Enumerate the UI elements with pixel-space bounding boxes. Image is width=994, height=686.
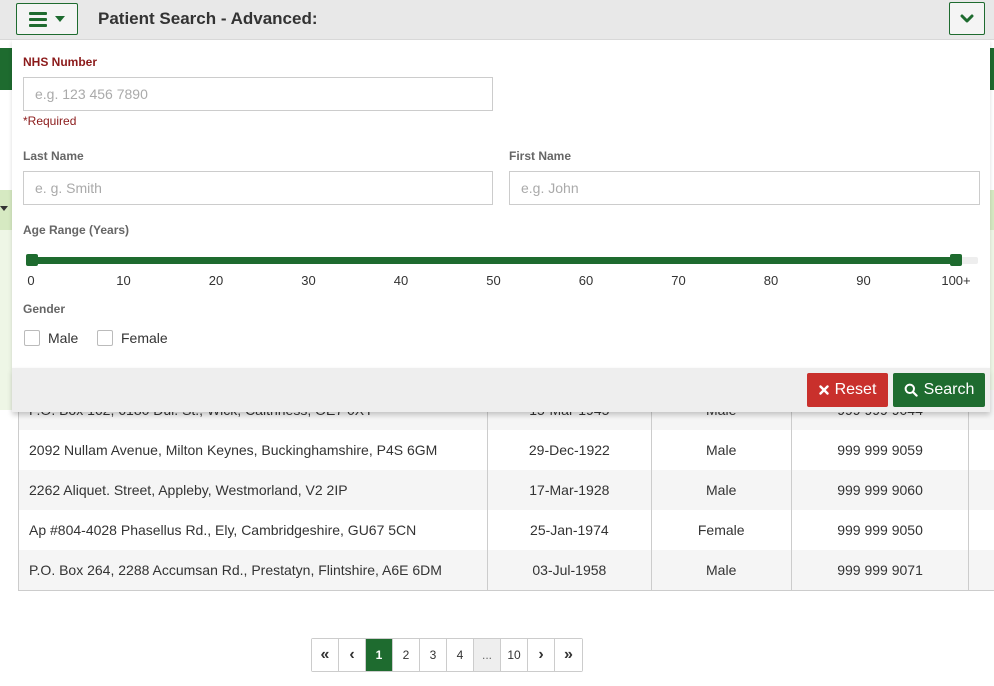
next-page-button[interactable]: › (528, 639, 555, 671)
nhs-number-cell: 999 999 9060 (790, 470, 969, 510)
age-tick-label: 60 (578, 273, 594, 288)
dob-cell: 17-Mar-1928 (486, 470, 652, 510)
last-name-label: Last Name (23, 149, 84, 163)
row-spacer (968, 430, 994, 470)
table-row[interactable]: 2262 Aliquet. Street, Appleby, Westmorla… (18, 470, 994, 510)
dob-cell: 03-Jul-1958 (486, 550, 652, 591)
nhs-number-cell: 999 999 9071 (790, 550, 969, 591)
age-tick-label: 70 (671, 273, 686, 288)
last-page-button[interactable]: » (555, 639, 582, 671)
row-spacer (968, 510, 994, 550)
age-tick-label: 10 (116, 273, 131, 288)
page-3-button[interactable]: 3 (420, 639, 447, 671)
times-icon (818, 385, 829, 395)
panel-title: Patient Search - Advanced: (98, 9, 318, 28)
row-spacer (968, 470, 994, 510)
address-cell: Ap #804-4028 Phasellus Rd., Ely, Cambrid… (18, 510, 488, 550)
age-range-slider[interactable] (26, 257, 978, 264)
first-page-button[interactable]: « (312, 639, 339, 671)
age-tick-label: 50 (486, 273, 501, 288)
caret-down-icon (55, 16, 65, 22)
dob-cell: 29-Dec-1922 (486, 430, 652, 470)
collapse-panel-button[interactable] (949, 2, 985, 35)
row-spacer (968, 550, 994, 591)
age-tick-label: 20 (208, 273, 224, 288)
age-tick-label: 30 (301, 273, 316, 288)
age-min-handle[interactable] (26, 254, 38, 266)
search-button[interactable]: Search (893, 373, 985, 407)
age-tick-label: 100+ (941, 273, 971, 288)
reset-button[interactable]: Reset (807, 373, 888, 407)
sort-caret-icon (0, 206, 8, 211)
chevron-down-icon (960, 14, 974, 22)
address-cell: 2092 Nullam Avenue, Milton Keynes, Bucki… (18, 430, 488, 470)
page-ellipsis: ... (474, 639, 501, 671)
gender-cell: Female (650, 510, 792, 550)
menu-dropdown-button[interactable] (16, 3, 78, 35)
page-10-button[interactable]: 10 (501, 639, 528, 671)
age-tick-label: 90 (856, 273, 871, 288)
page-2-button[interactable]: 2 (393, 639, 420, 671)
pagination: « ‹ 1 2 3 4 ... 10 › » (311, 638, 583, 672)
age-range-fill (31, 257, 960, 264)
age-tick-label: 0 (27, 273, 35, 288)
female-checkbox[interactable] (97, 330, 113, 346)
search-label: Search (923, 381, 975, 398)
gender-label: Gender (23, 302, 66, 316)
gender-cell: Male (650, 430, 792, 470)
nhs-number-cell: 999 999 9059 (790, 430, 969, 470)
first-name-label: First Name (509, 149, 572, 163)
gender-female-option[interactable]: Female (97, 330, 168, 346)
address-cell: P.O. Box 264, 2288 Accumsan Rd., Prestat… (18, 550, 488, 591)
table-row[interactable]: 2092 Nullam Avenue, Milton Keynes, Bucki… (18, 430, 994, 470)
gender-male-option[interactable]: Male (24, 330, 78, 346)
search-icon (904, 383, 918, 397)
female-label: Female (121, 330, 168, 346)
age-tick-label: 40 (393, 273, 409, 288)
nhs-number-cell: 999 999 9050 (790, 510, 969, 550)
male-checkbox[interactable] (24, 330, 40, 346)
last-name-input[interactable] (23, 171, 493, 205)
required-note: *Required (23, 114, 77, 128)
reset-label: Reset (834, 381, 877, 398)
male-label: Male (48, 330, 79, 346)
table-row[interactable]: Ap #804-4028 Phasellus Rd., Ely, Cambrid… (18, 510, 994, 550)
first-name-input[interactable] (509, 171, 980, 205)
age-tick-label: 80 (763, 273, 779, 288)
prev-page-button[interactable]: ‹ (339, 639, 366, 671)
nhs-number-label: NHS Number (23, 55, 98, 69)
dob-cell: 25-Jan-1974 (486, 510, 652, 550)
table-row[interactable]: P.O. Box 264, 2288 Accumsan Rd., Prestat… (18, 550, 994, 591)
panel-header: Patient Search - Advanced: (0, 0, 994, 40)
hamburger-icon (29, 11, 47, 27)
page-4-button[interactable]: 4 (447, 639, 474, 671)
gender-cell: Male (650, 470, 792, 510)
nhs-number-input[interactable] (23, 77, 493, 111)
age-max-handle[interactable] (950, 254, 962, 266)
address-cell: 2262 Aliquet. Street, Appleby, Westmorla… (18, 470, 488, 510)
results-table: P.O. Box 162, 6180 Dui. St., Wick, Caith… (18, 390, 994, 630)
age-range-label: Age Range (Years) (23, 223, 130, 237)
page-1-button[interactable]: 1 (366, 639, 393, 671)
gender-cell: Male (650, 550, 792, 591)
